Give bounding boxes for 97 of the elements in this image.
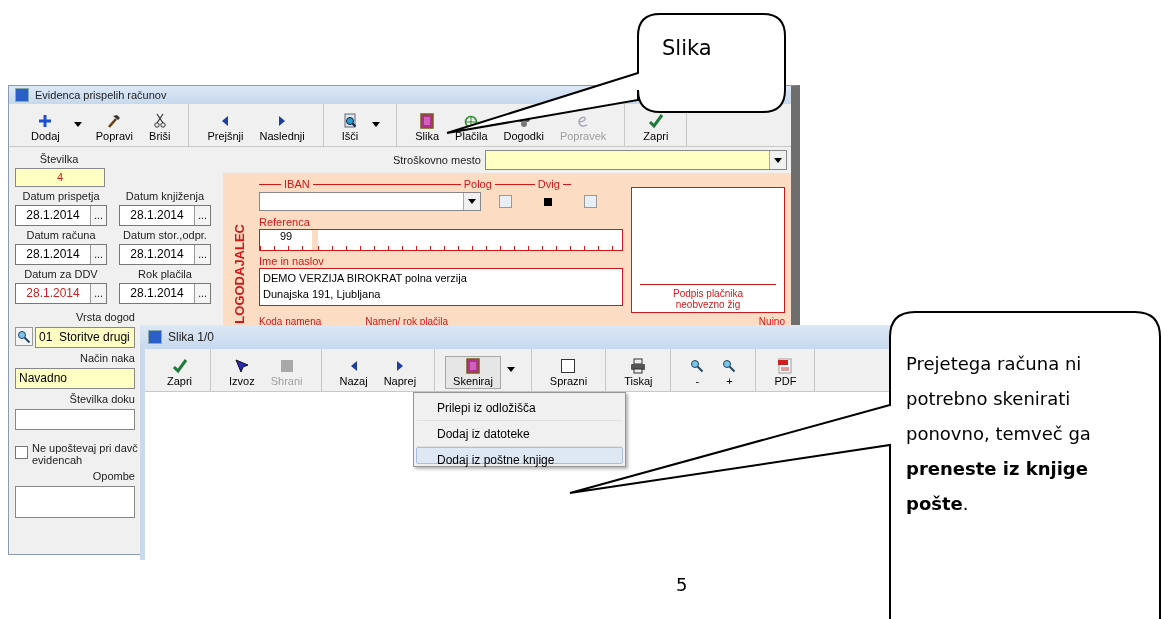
field-label: Datum prispetja (21, 190, 101, 202)
field-label: Opombe (91, 470, 135, 482)
caret-icon (73, 121, 82, 127)
field-label: Stroškovno mesto (392, 154, 481, 166)
side-label: LOGODAJALEC (231, 224, 247, 324)
toolbar-button[interactable]: Tiskaj (616, 356, 661, 389)
notes-field[interactable] (15, 486, 135, 518)
toolbar-button[interactable]: Nazaj (331, 356, 376, 389)
field-label: Polog (463, 178, 492, 190)
toolbar-button[interactable]: Slika (407, 111, 448, 144)
toolbar-button[interactable]: Izvoz (221, 356, 263, 389)
date-picker-button[interactable]: ... (194, 206, 210, 225)
page-number: 5 (676, 574, 688, 595)
picture-icon (419, 113, 436, 129)
date-picker-button[interactable]: ... (90, 206, 106, 225)
field-label: Številka (38, 153, 80, 165)
pdf-icon (777, 358, 794, 374)
cost-center-field[interactable] (485, 150, 787, 170)
payment-mode-field[interactable]: Navadno (15, 368, 135, 389)
checkbox[interactable] (584, 195, 597, 208)
reference-field[interactable]: 99 (259, 229, 623, 251)
field-label: Datum za DDV (23, 268, 99, 280)
square-icon (278, 358, 295, 374)
app-icon (15, 88, 29, 102)
square-marker (544, 197, 552, 206)
checkbox-label: Ne upoštevaj pri davč evidencah (32, 442, 138, 466)
caret-icon (372, 121, 381, 127)
search-button[interactable] (15, 327, 33, 346)
field-label: Številka doku (68, 393, 135, 405)
event-type-field[interactable]: 01 Storitve drugi (35, 327, 135, 348)
toolbar-button[interactable]: Zapri (159, 356, 201, 389)
field-label: Namen/ rok plačila (365, 316, 449, 327)
toolbar-button[interactable]: Naprej (375, 356, 425, 389)
toolbar-button[interactable]: + (713, 356, 746, 389)
document-number-field[interactable] (15, 409, 135, 430)
scissors-icon (151, 113, 168, 129)
date-field[interactable]: 28.1.2014 ... (15, 283, 107, 304)
caret-icon (774, 157, 782, 163)
window-title: Slika 1/0 (168, 330, 215, 344)
field-label: Rok plačila (137, 268, 193, 280)
app-icon (148, 330, 162, 344)
toolbar-button[interactable]: PDF (766, 356, 805, 389)
toolbar-button[interactable]: Zapri (635, 111, 677, 144)
toolbar-button[interactable]: Naslednji (251, 111, 313, 144)
toolbar-button[interactable]: Išči (333, 111, 367, 144)
field-label: Ime in naslov (259, 256, 325, 267)
date-field[interactable]: 28.1.2014 ... (15, 244, 107, 265)
plus-icon (37, 113, 54, 129)
field-label: Datum knjiženja (124, 190, 206, 202)
field-label: Datum računa (25, 229, 97, 241)
date-picker-button[interactable]: ... (90, 284, 106, 303)
field-label: IBAN (284, 178, 310, 190)
printer-icon (630, 358, 647, 374)
signature-label: Podpis plačnika (672, 288, 743, 299)
callout-text: Slika (662, 36, 712, 60)
iban-dropdown[interactable] (259, 192, 481, 211)
date-field[interactable]: 28.1.2014 ... (15, 205, 107, 226)
toolbar-button[interactable]: - (681, 356, 714, 389)
picture-icon (464, 358, 481, 374)
date-picker-button[interactable]: ... (194, 284, 210, 303)
caret-icon (506, 366, 515, 372)
search-icon (342, 113, 358, 129)
toolbar-button[interactable]: Skeniraj (445, 356, 501, 389)
blank-page-icon (560, 358, 577, 374)
magnifier-icon (16, 328, 32, 345)
field-label: Referenca (259, 217, 311, 228)
field-label: Datum stor.,odpr. (122, 229, 208, 241)
toolbar-button[interactable]: Briši (141, 111, 179, 144)
callout-text: Prejetega računa ni potrebno skenirati ponovno, temveč ga preneste iz knjige pošte. (906, 352, 1092, 516)
field-label: Dvig (537, 178, 560, 190)
checkmark-icon (647, 113, 664, 129)
toolbar-button[interactable]: Dodaj (23, 111, 68, 144)
field-label: Koda namena (259, 316, 322, 327)
checkbox[interactable] (499, 195, 512, 208)
window-title: Evidenca prispelih računov (35, 89, 167, 101)
field-label: Nujno (758, 316, 785, 327)
field-label: Vrsta dogod (75, 311, 135, 323)
date-picker-button[interactable]: ... (194, 245, 210, 264)
magnifier-icon (689, 358, 706, 374)
checkbox[interactable] (15, 446, 28, 459)
caret-icon (468, 199, 476, 204)
number-field[interactable]: 4 (15, 168, 105, 187)
hammer-icon (106, 113, 123, 129)
magnifier-icon (721, 358, 738, 374)
date-field[interactable]: 28.1.2014 ... (119, 283, 211, 304)
toolbar-button[interactable]: Popravi (87, 111, 142, 144)
signature-label: neobvezno žig (675, 299, 741, 310)
date-field[interactable]: 28.1.2014 ... (119, 244, 211, 265)
address-field[interactable]: DEMO VERZIJA BIROKRAT polna verzija Dunajska 191, Ljubljana (259, 268, 623, 306)
checkmark-icon (171, 358, 188, 374)
toolbar-button[interactable]: Prejšnji (199, 111, 252, 144)
toolbar-button[interactable]: Sprazni (541, 356, 596, 389)
date-field[interactable]: 28.1.2014 ... (119, 205, 211, 226)
cursor-icon (233, 358, 250, 374)
date-picker-button[interactable]: ... (90, 245, 106, 264)
field-label: Način naka (78, 352, 135, 364)
menu-item[interactable]: Prilepi iz odložišča (416, 395, 623, 421)
